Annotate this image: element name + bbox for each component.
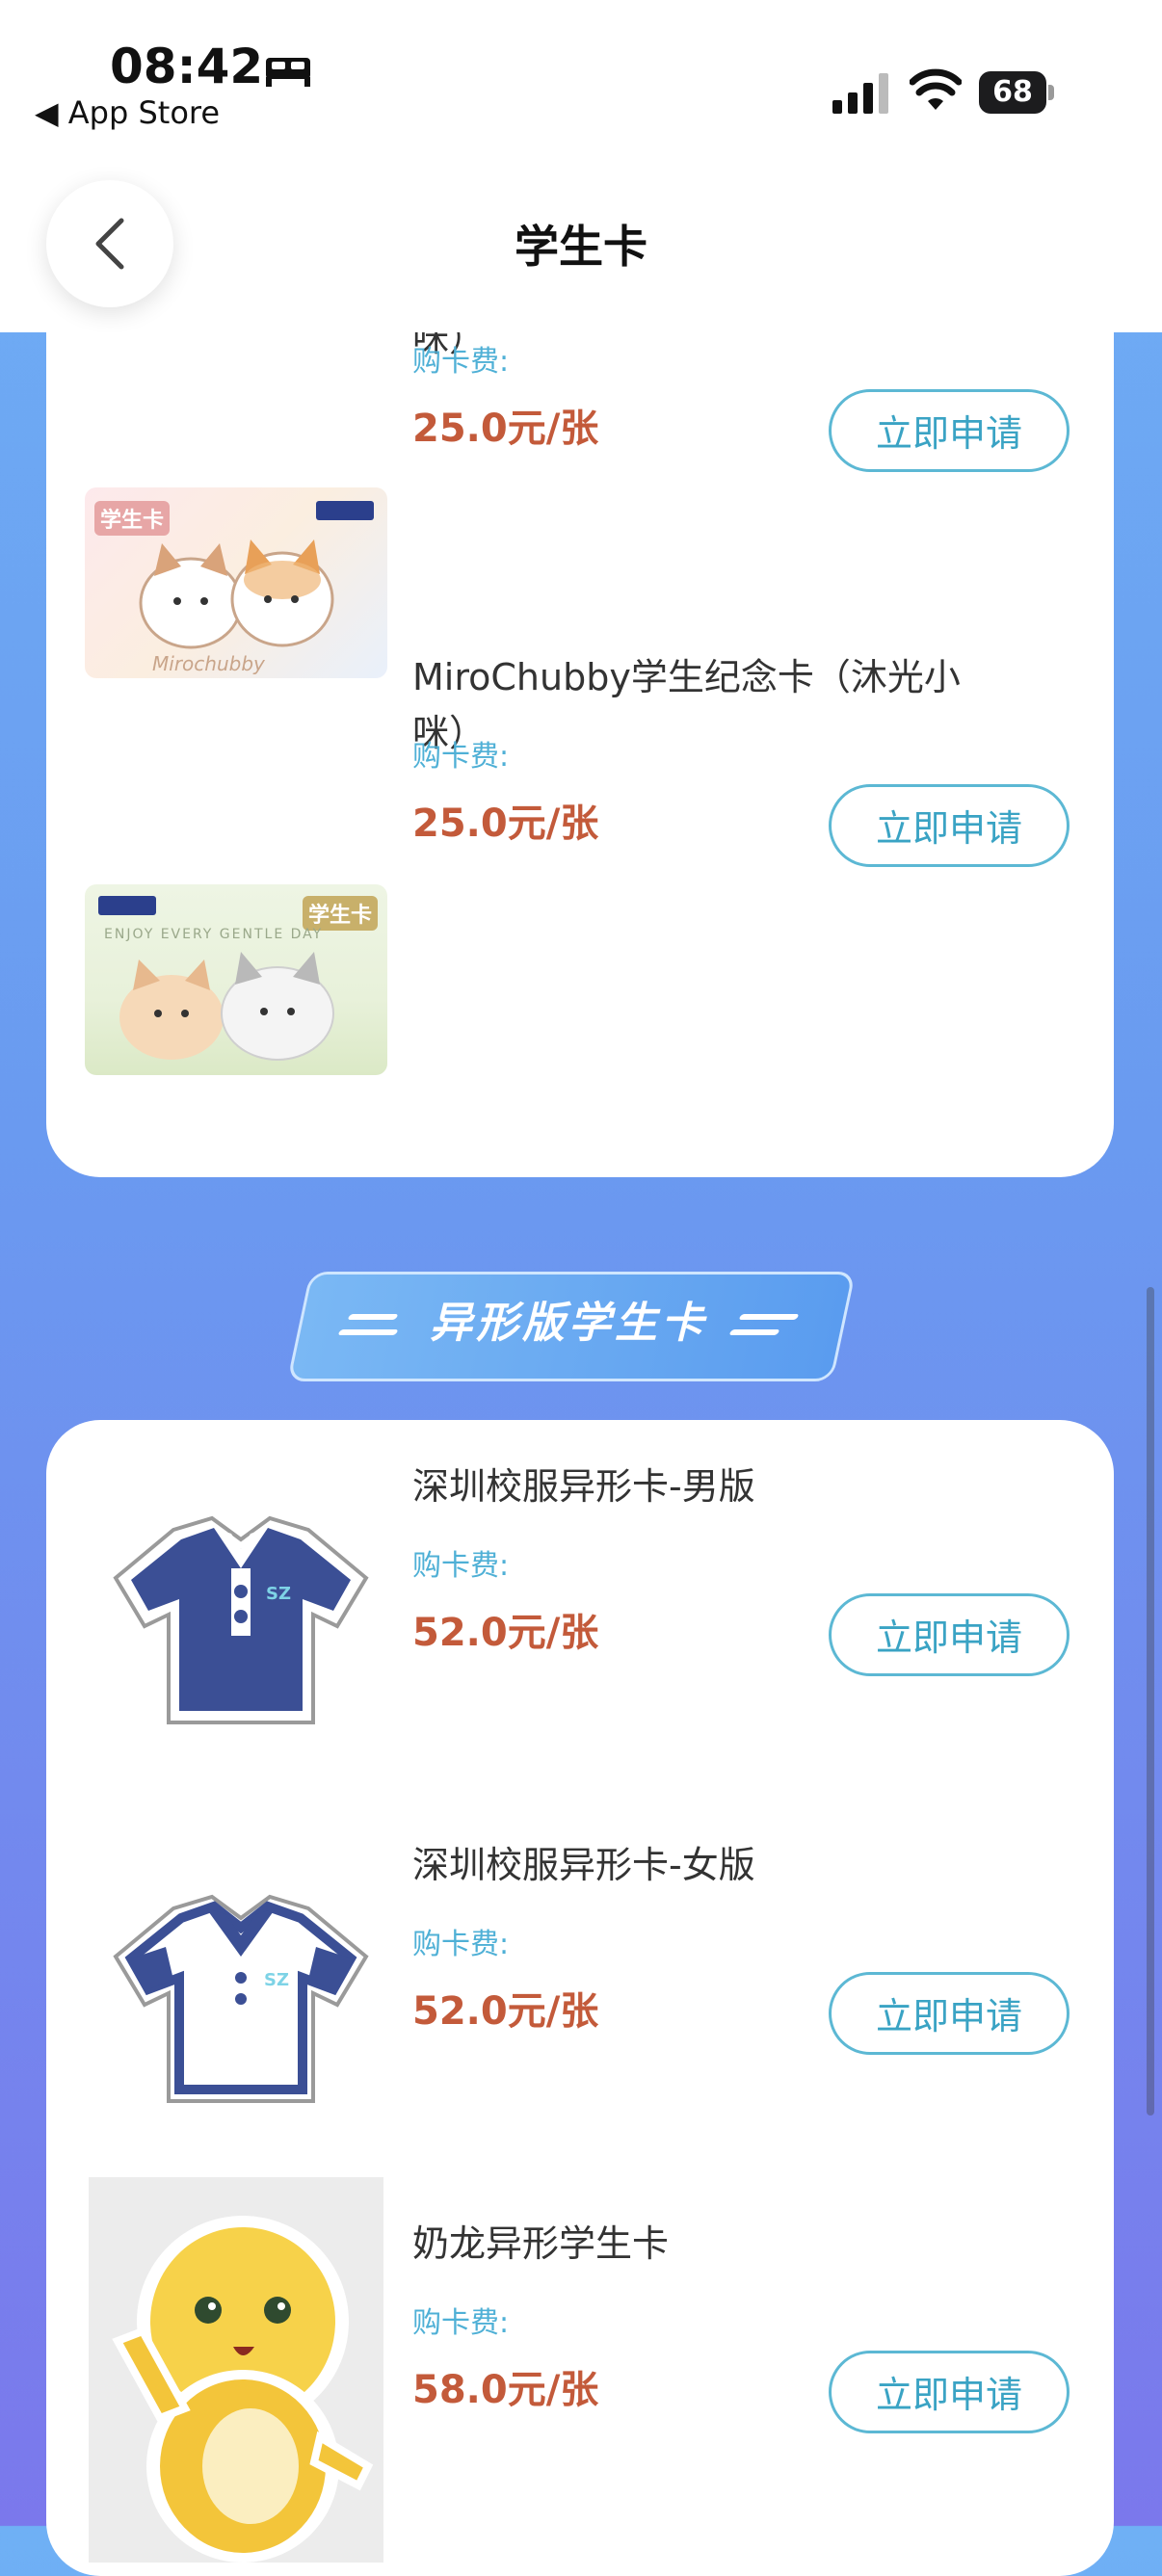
card-list-shaped: SZ 深圳校服异形卡-男版 购卡费: 52.0元/张 立即申请 SZ 深圳校服异… [46,1420,1114,2576]
fee-label: 购卡费: [412,2306,510,2340]
apply-button[interactable]: 立即申请 [829,1593,1070,1676]
svg-text:SZ: SZ [266,1584,291,1604]
card-price: 25.0元/张 [412,407,599,451]
svg-text:SZ: SZ [264,1970,289,1990]
uniform-shirt-boy-image: SZ [113,1515,369,1724]
battery-level: 68 [992,75,1033,109]
cellular-signal-icon [832,73,888,114]
cat-illustration: Mirochubby [139,501,374,675]
apply-button[interactable]: 立即申请 [829,389,1070,472]
section-heading: 异形版学生卡 [430,1299,707,1348]
card-thumbnail: 学生卡 ENJOY EVERY GENTLE DAY [85,884,387,1075]
battery-cap [1048,85,1054,100]
card-thumbnail: 学生卡 Mirochubby [85,487,387,678]
card-price: 52.0元/张 [412,1611,599,1655]
apply-button[interactable]: 立即申请 [829,2351,1070,2433]
card-price: 58.0元/张 [412,2368,599,2412]
status-bar: 08:42 ◀ App Store 68 [0,0,1162,135]
battery-indicator: 68 [979,71,1056,116]
sleep-icon [266,58,310,87]
fee-label: 购卡费: [412,740,510,774]
top-header: 08:42 ◀ App Store 68 学生卡 [0,0,1162,332]
card-list-regular: 学生卡 Mirochubby MiroChubby学生纪念卡（巧手小咪） 购卡费… [46,212,1114,1177]
back-to-app-store[interactable]: ◀ App Store [35,94,220,131]
cat-illustration [98,896,334,1061]
svg-text:Mirochubby: Mirochubby [152,652,266,675]
card-name: 深圳校服异形卡-女版 [412,1844,755,1886]
apply-button[interactable]: 立即申请 [829,1972,1070,2055]
status-time: 08:42 [110,39,264,94]
fee-label: 购卡费: [412,345,510,379]
wifi-icon [910,68,962,110]
uniform-shirt-girl-image: SZ [113,1894,369,2103]
card-name: 奶龙异形学生卡 [412,2222,670,2265]
card-price: 52.0元/张 [412,1989,599,2034]
fee-label: 购卡费: [412,1549,510,1583]
card-price: 25.0元/张 [412,802,599,846]
scrollbar[interactable] [1147,1287,1154,2116]
page-title: 学生卡 [515,221,647,273]
apply-button[interactable]: 立即申请 [829,784,1070,867]
fee-label: 购卡费: [412,1928,510,1961]
card-name: 深圳校服异形卡-男版 [412,1465,755,1508]
card-thumbnail [89,2177,383,2563]
milk-dragon-image [112,2216,374,2563]
